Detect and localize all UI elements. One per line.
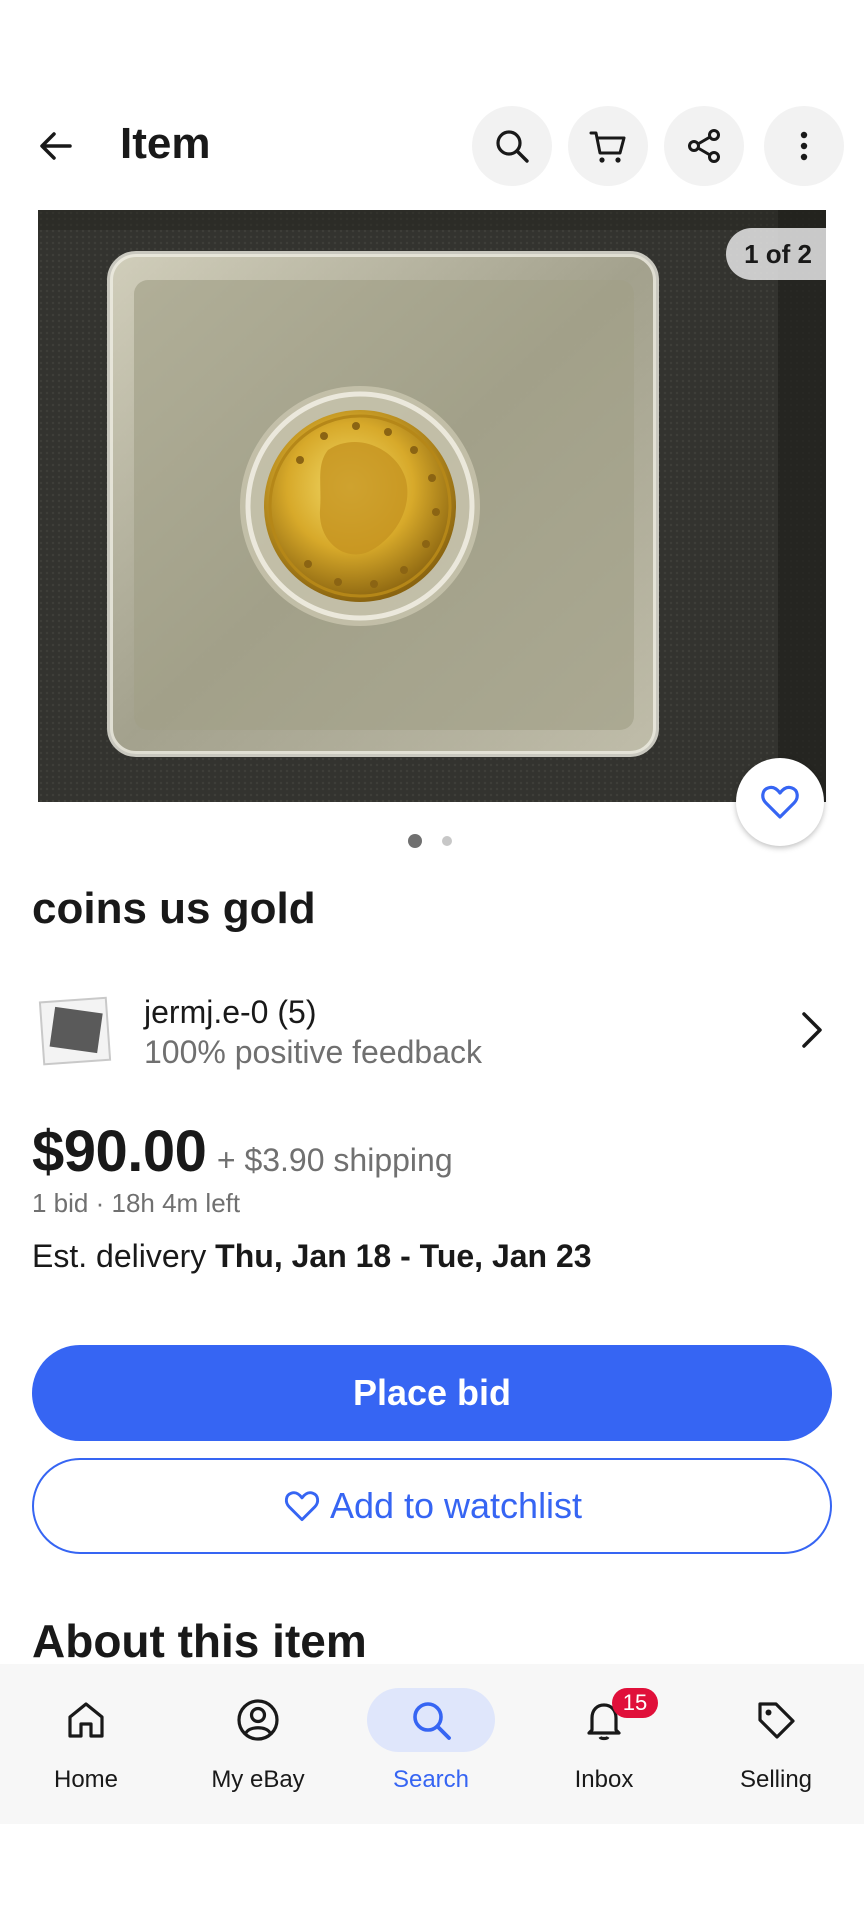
nav-selling-label: Selling: [739, 1766, 813, 1793]
chevron-right-icon: [802, 1012, 822, 1048]
seller-name: jermj.e-0 (5): [144, 994, 317, 1030]
item-price: $90.00: [32, 1119, 207, 1184]
search-icon: [496, 130, 529, 163]
more-options-button[interactable]: [764, 106, 844, 186]
coin-photo: [38, 210, 826, 802]
pager-dot: [442, 836, 452, 846]
back-arrow-icon: [40, 132, 72, 160]
home-icon: [50, 1688, 122, 1752]
gallery-pager: [0, 834, 864, 848]
nav-search[interactable]: Search: [345, 1664, 517, 1824]
page-title: Item: [120, 119, 211, 168]
cart-icon: [589, 131, 626, 163]
inbox-badge: 15: [612, 1688, 658, 1718]
heart-icon: [284, 1491, 319, 1522]
add-to-watchlist-button[interactable]: Add to watchlist: [32, 1458, 832, 1554]
nav-my-ebay-label: My eBay: [211, 1766, 305, 1793]
search-icon: [367, 1688, 495, 1752]
estimated-delivery: Est. delivery Thu, Jan 18 - Tue, Jan 23: [32, 1238, 592, 1275]
nav-selling[interactable]: Selling: [690, 1664, 862, 1824]
share-icon: [688, 129, 720, 163]
image-counter: 1 of 2: [726, 228, 826, 280]
nav-inbox-label: Inbox: [574, 1766, 634, 1793]
add-to-watchlist-label: Add to watchlist: [329, 1485, 583, 1526]
watch-heart-button[interactable]: [736, 758, 824, 846]
search-button[interactable]: [472, 106, 552, 186]
back-button[interactable]: [28, 118, 84, 174]
share-button[interactable]: [664, 106, 744, 186]
shipping-cost: + $3.90 shipping: [216, 1142, 453, 1178]
about-section-heading: About this item: [32, 1615, 367, 1667]
tag-icon: [740, 1688, 812, 1752]
seller-feedback: 100% positive feedback: [144, 1034, 482, 1070]
product-image[interactable]: 1 of 2: [38, 210, 826, 802]
nav-my-ebay[interactable]: My eBay: [172, 1664, 344, 1824]
more-vert-icon: [800, 131, 808, 161]
seller-info-row[interactable]: jermj.e-0 (5) 100% positive feedback: [32, 990, 832, 1080]
nav-home-label: Home: [53, 1766, 119, 1793]
nav-inbox[interactable]: 15 Inbox: [518, 1664, 690, 1824]
place-bid-button[interactable]: Place bid: [32, 1345, 832, 1441]
pager-dot-active: [408, 834, 422, 848]
price-row: $90.00 + $3.90 shipping: [32, 1118, 453, 1185]
nav-home[interactable]: Home: [0, 1664, 172, 1824]
bid-time-info: 1 bid · 18h 4m left: [32, 1188, 241, 1218]
item-title: coins us gold: [32, 884, 316, 933]
cart-button[interactable]: [568, 106, 648, 186]
seller-avatar: [38, 996, 112, 1066]
delivery-label: Est. delivery: [32, 1238, 207, 1274]
top-app-bar: Item: [0, 96, 864, 196]
nav-search-label: Search: [392, 1766, 470, 1793]
account-icon: [222, 1688, 294, 1752]
delivery-dates: Thu, Jan 18 - Tue, Jan 23: [215, 1238, 592, 1274]
heart-icon: [761, 785, 799, 819]
bottom-navigation: Home My eBay Search 15 Inbox Selling: [0, 1664, 864, 1824]
